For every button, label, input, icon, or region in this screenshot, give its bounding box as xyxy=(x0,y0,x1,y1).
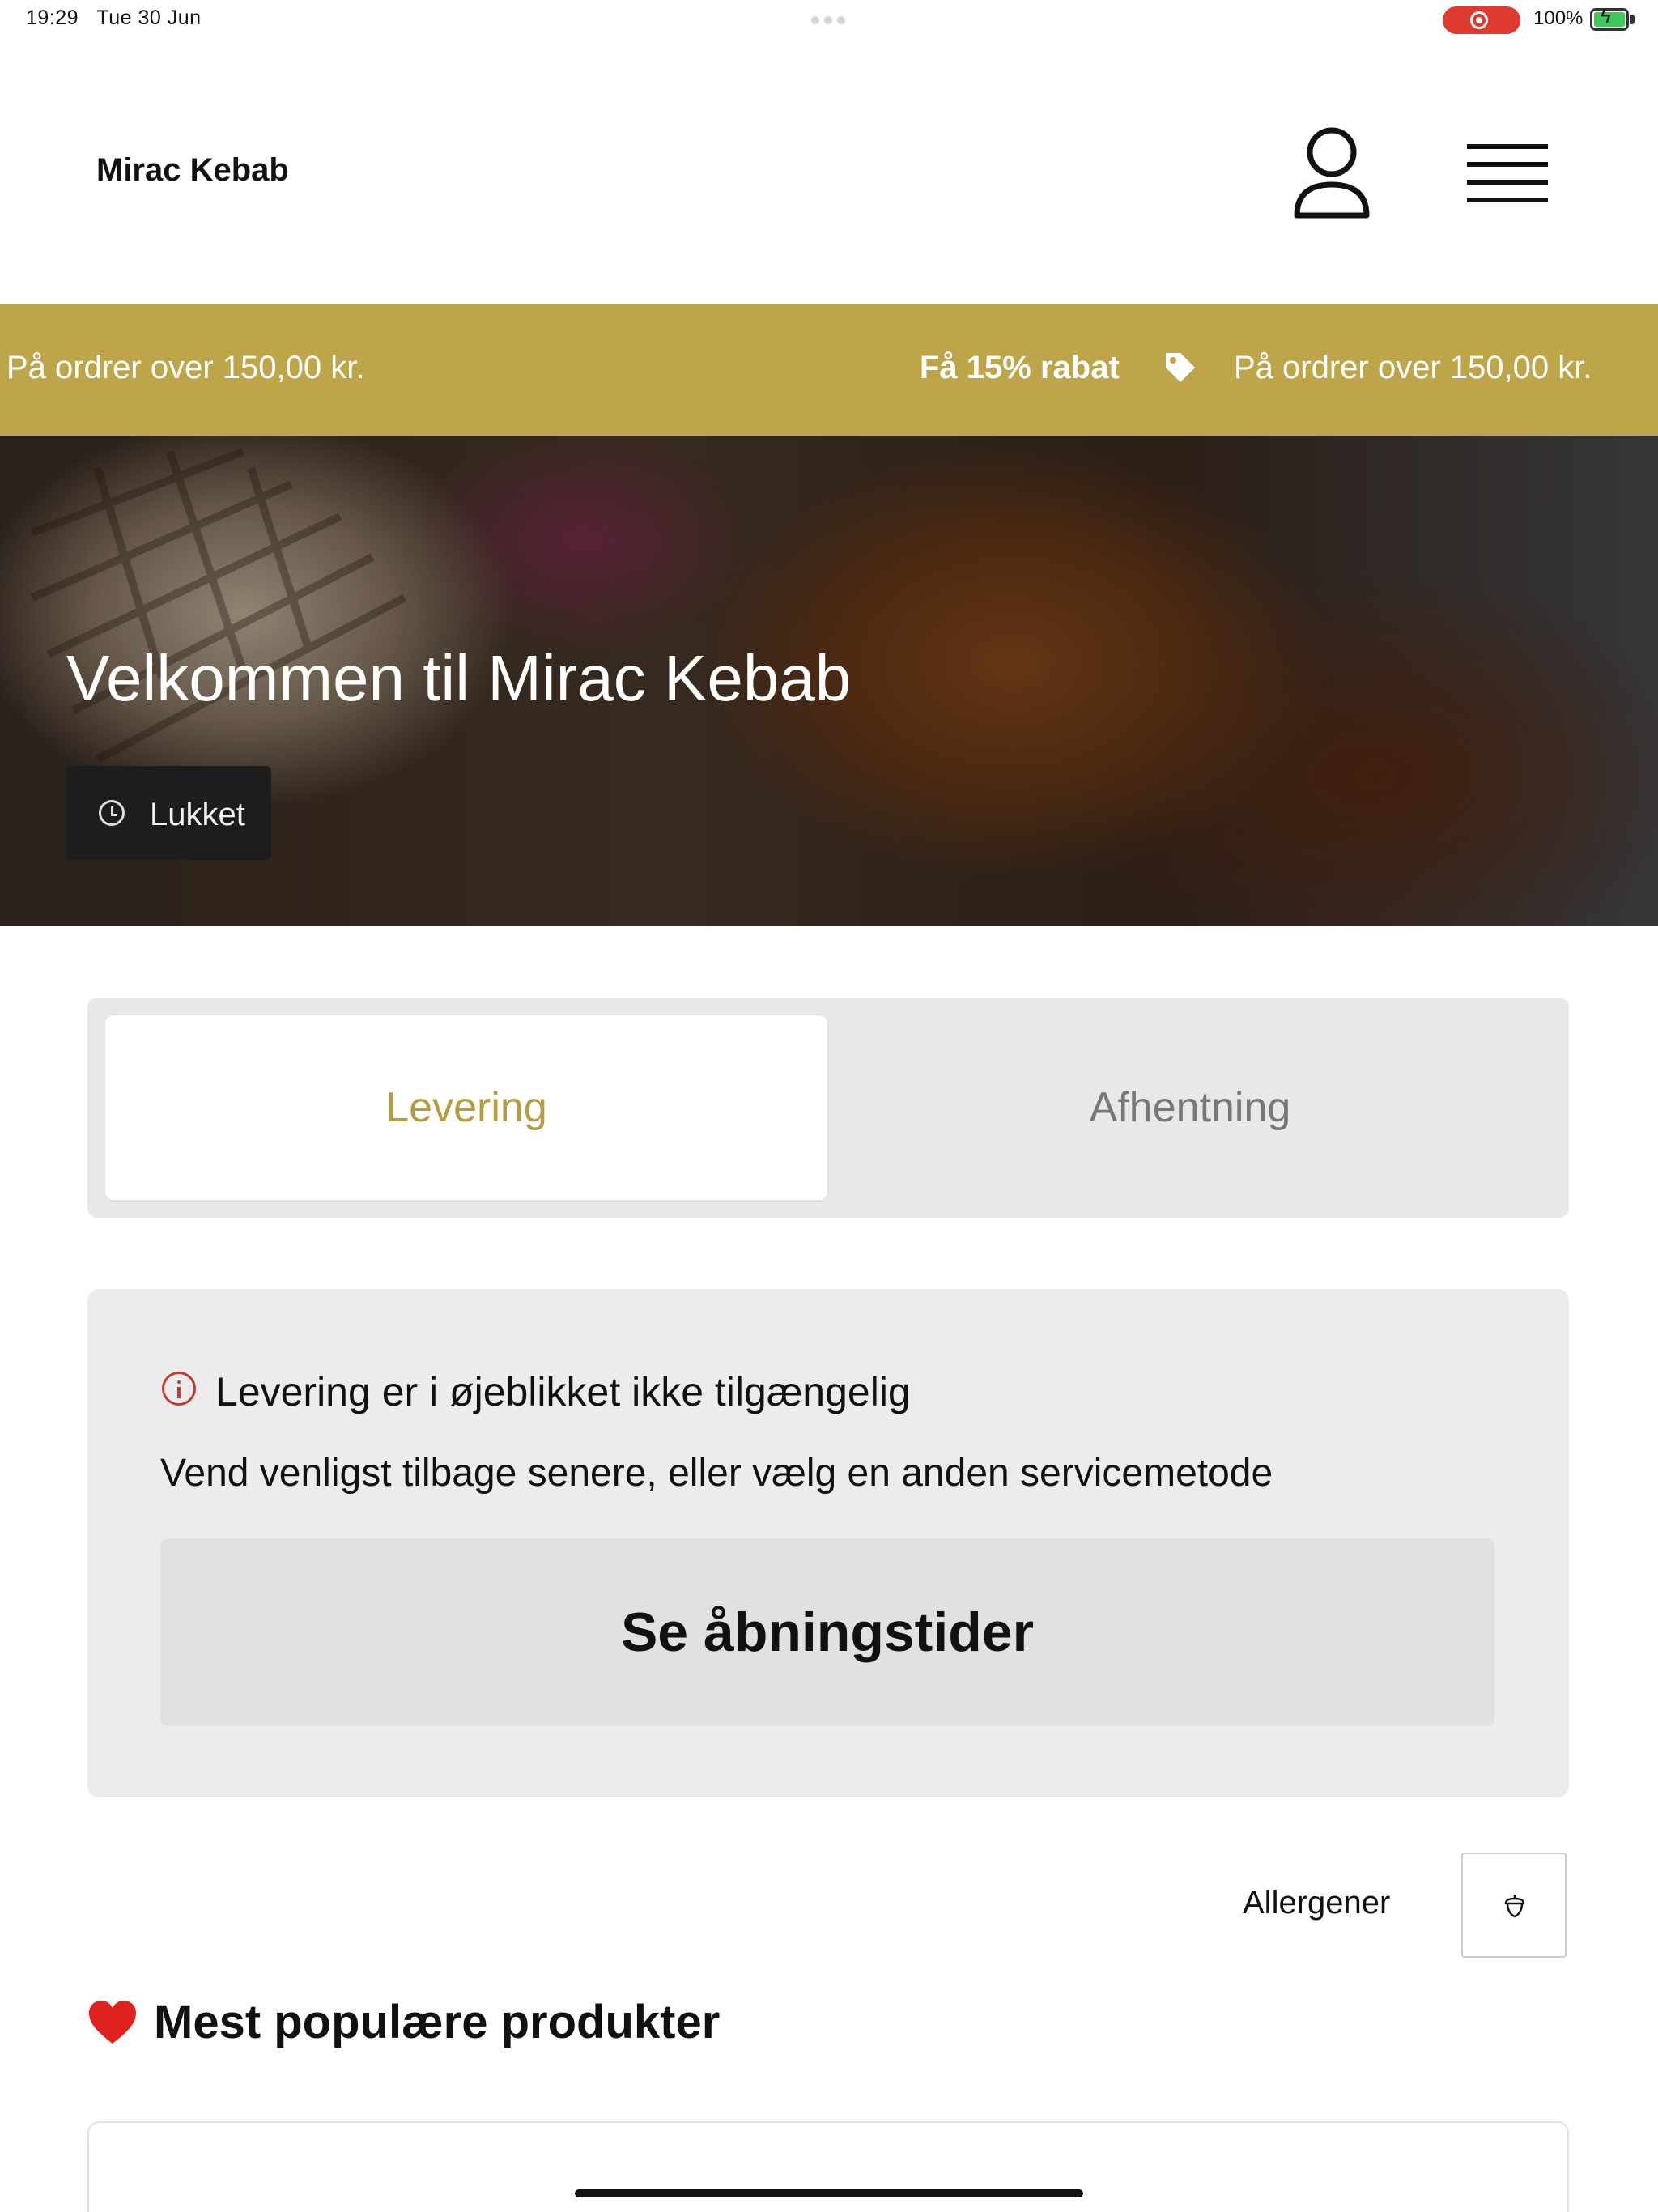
user-icon xyxy=(1294,127,1370,219)
notice-title: Levering er i øjeblikket ikke tilgængeli… xyxy=(215,1369,911,1414)
brand-name[interactable]: Mirac Kebab xyxy=(96,152,289,189)
delivery-unavailable-notice: Levering er i øjeblikket ikke tilgængeli… xyxy=(87,1289,1569,1797)
account-button[interactable] xyxy=(1287,125,1376,222)
hamburger-menu-icon xyxy=(1467,144,1548,202)
hero-title: Velkommen til Mirac Kebab xyxy=(66,642,852,714)
record-icon xyxy=(1470,11,1488,29)
service-method-toggle: Levering Afhentning xyxy=(87,998,1569,1218)
tab-pickup[interactable]: Afhentning xyxy=(829,1015,1551,1200)
hero-banner: Velkommen til Mirac Kebab Lukket xyxy=(0,436,1658,926)
opening-hours-button[interactable]: Se åbningstider xyxy=(160,1538,1494,1726)
allergens-label: Allergener xyxy=(1243,1885,1391,1921)
tag-icon xyxy=(1166,353,1195,382)
open-status-badge[interactable]: Lukket xyxy=(66,766,271,860)
site-header: Mirac Kebab xyxy=(0,39,1658,304)
tab-delivery[interactable]: Levering xyxy=(105,1015,827,1200)
screen-record-indicator[interactable] xyxy=(1443,6,1520,34)
promo-banner: På ordrer over 150,00 kr. Få 15% rabat P… xyxy=(0,304,1658,436)
clock-icon xyxy=(99,800,125,826)
popular-products-heading: Mest populære produkter xyxy=(87,1995,720,2049)
product-card[interactable] xyxy=(87,2121,1569,2212)
battery-icon: ϟ xyxy=(1590,7,1629,31)
multitasking-dots[interactable] xyxy=(811,16,845,24)
allergens-button[interactable] xyxy=(1461,1853,1567,1958)
promo-condition: På ordrer over 150,00 kr. xyxy=(1234,350,1592,385)
status-bar: 19:29 Tue 30 Jun 100% ϟ xyxy=(0,0,1658,39)
battery-percentage: 100% xyxy=(1533,7,1584,29)
popular-products-title: Mest populære produkter xyxy=(154,1996,721,2048)
status-time: 19:29 Tue 30 Jun xyxy=(26,6,202,29)
heart-icon xyxy=(89,2000,136,2044)
open-status-label: Lukket xyxy=(150,797,245,832)
menu-button[interactable] xyxy=(1457,128,1562,217)
home-indicator[interactable] xyxy=(575,2189,1083,2197)
info-icon xyxy=(162,1372,196,1406)
promo-discount: Få 15% rabat xyxy=(920,350,1120,385)
promo-condition: På ordrer over 150,00 kr. xyxy=(6,350,365,385)
acorn-icon xyxy=(1504,1895,1525,1918)
notice-body: Vend venligst tilbage senere, eller vælg… xyxy=(160,1452,1273,1495)
